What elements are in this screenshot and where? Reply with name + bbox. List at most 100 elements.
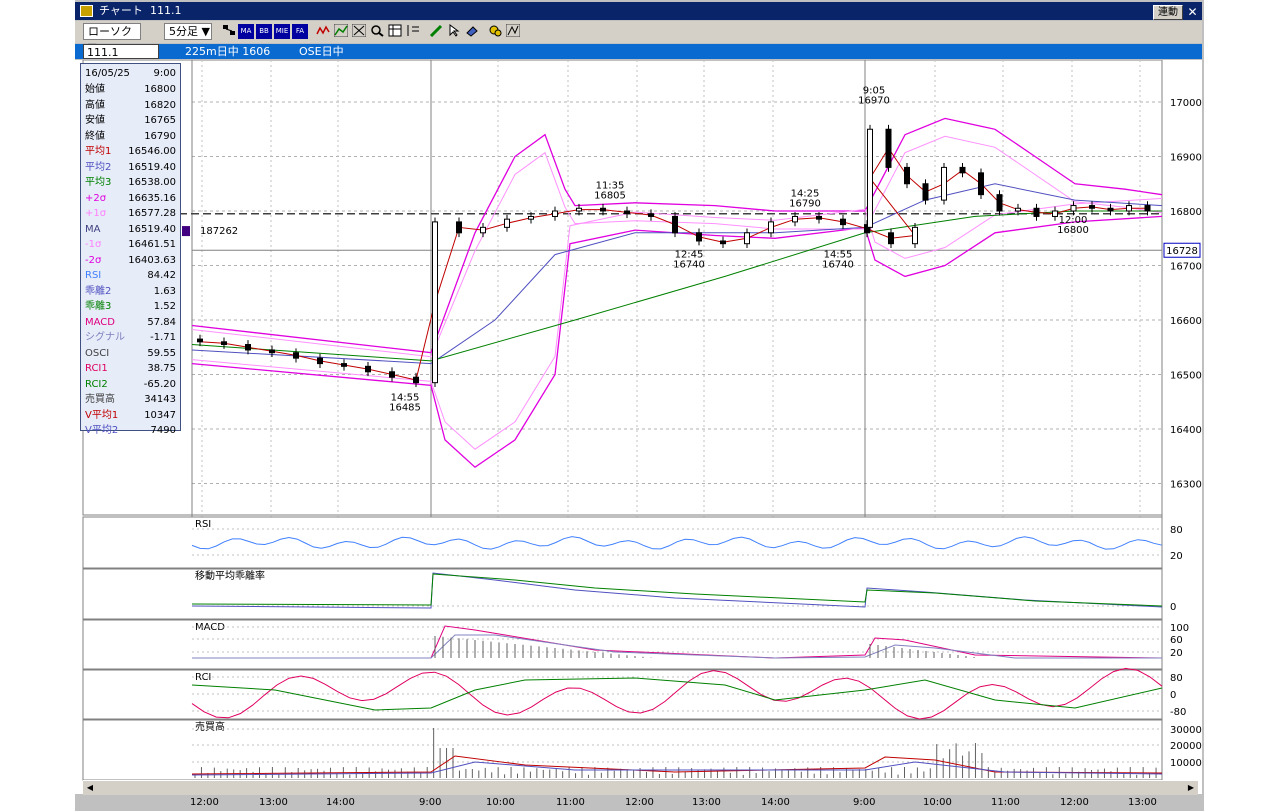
- candle-body: [816, 215, 822, 220]
- time-tick-label: 13:00: [1128, 797, 1157, 808]
- pointer-icon[interactable]: [446, 24, 462, 39]
- candle-body: [269, 349, 275, 354]
- info-row: OSCI 59.55: [81, 346, 180, 361]
- list-icon[interactable]: [221, 24, 237, 39]
- time-tick-label: 12:00: [1060, 797, 1089, 808]
- candle-body: [922, 183, 929, 201]
- candle-body: [341, 363, 347, 367]
- info-datetime-row: 16/05/25 9:00: [81, 66, 180, 81]
- info-value: 16577.28: [128, 208, 176, 219]
- candle-body: [432, 221, 438, 384]
- info-value: 34143: [144, 394, 176, 405]
- info-label: シグナル: [85, 332, 125, 343]
- info-row: -2σ 16403.63: [81, 253, 180, 268]
- panel-axis-label: -80: [1170, 707, 1186, 718]
- info-label: -1σ: [85, 239, 102, 250]
- wave-icon[interactable]: [315, 24, 331, 39]
- candle-body: [504, 218, 510, 228]
- annotation-price: 16740: [673, 260, 705, 271]
- scroll-left-icon[interactable]: ◀: [84, 782, 96, 794]
- info-row: 高値 16820: [81, 98, 180, 113]
- info-value: 16765: [144, 115, 176, 126]
- table-icon[interactable]: [387, 24, 403, 39]
- price-axis-label: 16500: [1170, 371, 1202, 382]
- tool-icon[interactable]: [487, 24, 503, 39]
- pen-icon[interactable]: [428, 24, 444, 39]
- fa-icon[interactable]: FA: [292, 24, 308, 39]
- candle-body: [904, 166, 910, 185]
- candle-body: [696, 232, 702, 242]
- candle-body: [624, 210, 630, 215]
- session-label: OSE日中: [299, 45, 344, 58]
- annotation-price: 16790: [789, 198, 821, 209]
- candle-body: [996, 194, 1003, 212]
- chart-canvas[interactable]: 17000 16900 16800 16700 16600 16500 16400 16300…: [75, 60, 1202, 794]
- candle-body: [528, 215, 534, 220]
- time-tick-label: 13:00: [259, 797, 288, 808]
- time-tick-label: 9:00: [853, 797, 876, 808]
- candle-body: [245, 344, 251, 351]
- info-row: 安値 16765: [81, 113, 180, 128]
- zoom-icon[interactable]: [369, 24, 385, 39]
- mie-icon[interactable]: MIE: [274, 24, 290, 39]
- eraser-icon[interactable]: [464, 24, 480, 39]
- trend-icon[interactable]: [333, 23, 349, 39]
- horizontal-scrollbar[interactable]: ◀ ▶: [83, 780, 1198, 795]
- price-axis-label: 16300: [1170, 480, 1202, 491]
- symbol-code-input[interactable]: 111.1: [83, 44, 159, 59]
- info-row: 乖離3 1.52: [81, 299, 180, 314]
- time-tick-label: 11:00: [556, 797, 585, 808]
- info-label: -2σ: [85, 254, 102, 266]
- info-row: 平均1 16546.00: [81, 144, 180, 159]
- chart-type-select[interactable]: ローソク ▼: [83, 23, 141, 54]
- info-label: 平均3: [85, 177, 112, 188]
- annotation-price: 16740: [822, 260, 854, 271]
- info-row: RSI 84.42: [81, 268, 180, 283]
- indicator-icon[interactable]: [505, 23, 521, 39]
- position-label: 187262: [200, 226, 238, 237]
- info-value: 16461.51: [128, 239, 176, 250]
- candle-body: [600, 207, 606, 212]
- info-label: V平均1: [85, 409, 119, 421]
- info-value: 84.42: [147, 270, 176, 281]
- info-value: 1.63: [153, 285, 176, 297]
- time-tick-label: 9:00: [419, 797, 442, 808]
- info-label: V平均2: [85, 425, 119, 436]
- info-value: 38.75: [147, 363, 176, 374]
- linked-button[interactable]: 連動: [1153, 5, 1183, 20]
- info-value: 16800: [144, 84, 176, 95]
- candle-body: [413, 376, 419, 384]
- info-label: +1σ: [85, 208, 107, 219]
- panel-title: 移動平均乖離率: [195, 569, 265, 582]
- draw-icon[interactable]: [405, 24, 421, 39]
- bb-icon[interactable]: BB: [256, 24, 272, 39]
- candle-body: [1052, 210, 1058, 217]
- candle-body: [744, 232, 750, 245]
- info-value: 57.84: [147, 316, 176, 328]
- info-row: 乖離2 1.63: [81, 284, 180, 299]
- panel-axis-label: 60: [1170, 635, 1183, 646]
- panel-axis-label: 20: [1170, 551, 1183, 562]
- candle-body: [389, 371, 395, 378]
- info-row: RCI2 -65.20: [81, 377, 180, 392]
- info-label: 安値: [85, 115, 105, 126]
- interval-select[interactable]: 5分足 ▼: [164, 23, 212, 40]
- price-axis-label: 16400: [1170, 425, 1202, 436]
- candle-body: [888, 232, 894, 245]
- info-row: MACD 57.84: [81, 315, 180, 330]
- info-value: -65.20: [143, 378, 176, 390]
- panel-axis-label: 0: [1170, 602, 1176, 613]
- candle-body: [885, 128, 892, 168]
- time-tick-label: 11:00: [991, 797, 1020, 808]
- info-label: OSCI: [85, 347, 110, 359]
- current-price-label: 16728: [1166, 246, 1198, 257]
- cursor-icon[interactable]: [351, 23, 367, 39]
- chart-area: 17000 16900 16800 16700 16600 16500 16400 16300…: [75, 60, 1202, 794]
- close-icon[interactable]: ✕: [1185, 5, 1200, 20]
- ma-icon[interactable]: MA: [238, 24, 254, 39]
- info-value: 16519.40: [128, 223, 176, 235]
- info-row: 平均2 16519.40: [81, 160, 180, 175]
- candle-body: [1144, 205, 1151, 212]
- info-label: 始値: [85, 84, 105, 95]
- scroll-right-icon[interactable]: ▶: [1185, 782, 1197, 794]
